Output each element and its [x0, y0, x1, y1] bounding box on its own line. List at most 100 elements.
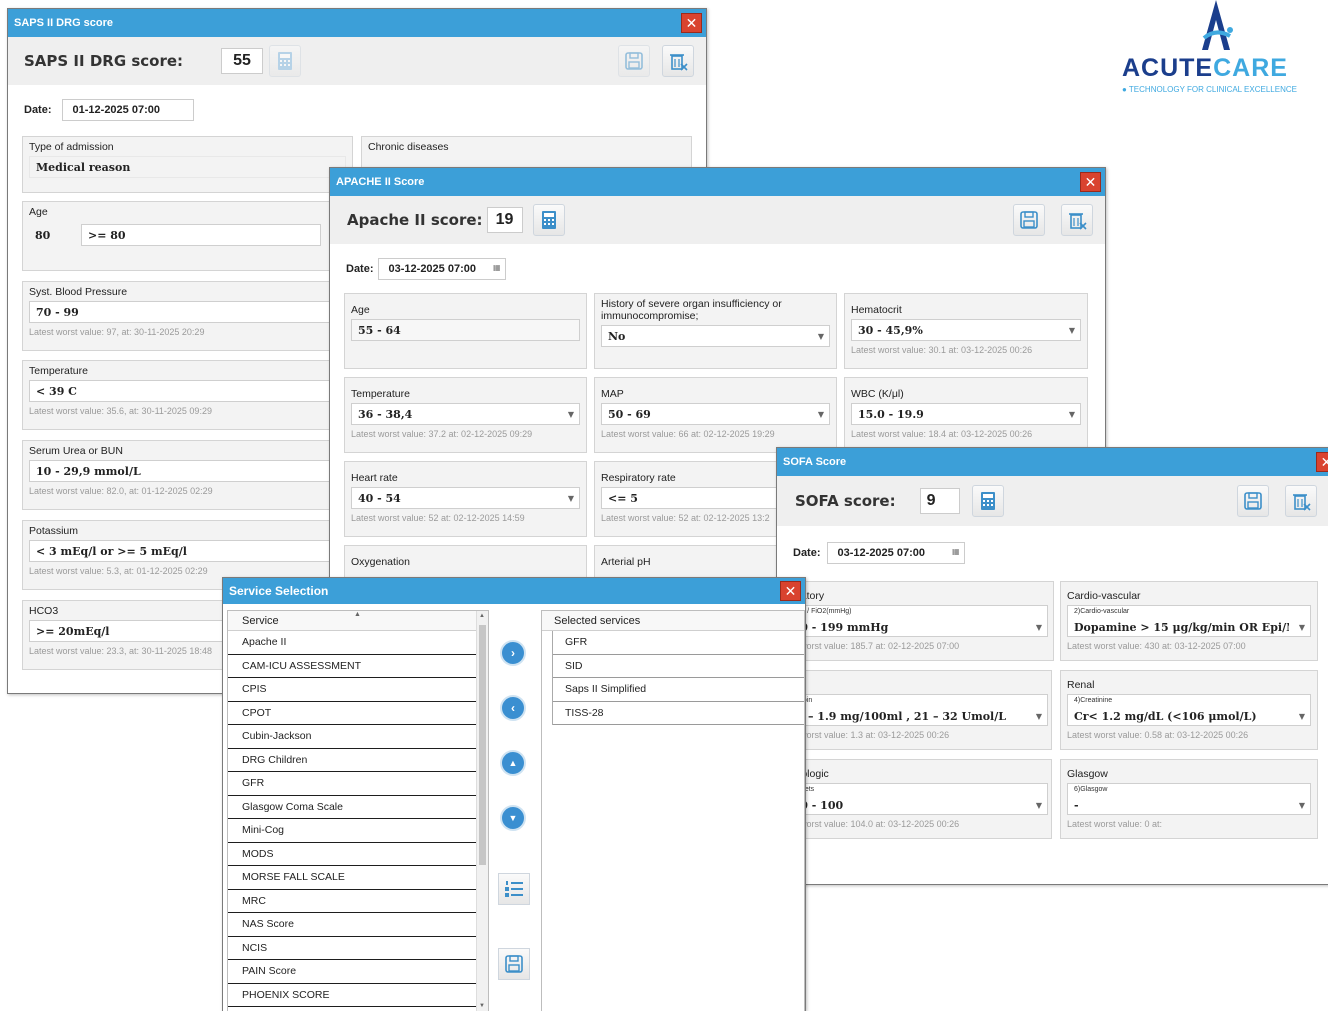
panel-hematologic: ematologic )Platelets150 - 100▼ atest wo… [778, 759, 1052, 839]
apache-score-value: 19 [486, 207, 523, 233]
service-list-item[interactable]: MODS [228, 843, 488, 866]
move-down-button[interactable]: ▼ [500, 805, 526, 831]
admission-type-select[interactable]: Medical reason [29, 156, 346, 178]
saps-score-value: 55 [221, 48, 264, 74]
panel-label: ematologic [778, 768, 1045, 780]
order-list-button[interactable] [498, 873, 530, 905]
hint-text: atest worst value: 1.3 at: 03-12-2025 00… [778, 730, 950, 740]
close-button[interactable]: ✕ [780, 581, 801, 601]
age-field: 55 - 64 [351, 319, 580, 341]
panel-label: Cardio-vascular [1067, 590, 1141, 602]
date-field[interactable]: 01-12-2025 07:00 [61, 99, 194, 121]
service-list-item[interactable]: Mini-Cog [228, 819, 488, 843]
delete-button[interactable] [1061, 204, 1093, 236]
chevron-down-icon: ▼ [817, 409, 824, 419]
calculator-button[interactable] [971, 485, 1004, 517]
hint-text: Latest worst value: 30.1 at: 03-12-2025 … [851, 345, 1033, 355]
temperature-select[interactable]: < 39 C [29, 380, 346, 402]
move-right-button[interactable]: › [500, 640, 526, 666]
trash-icon [670, 54, 688, 71]
panel-urea: Serum Urea or BUN 10 - 29,9 mmol/L Lates… [22, 440, 353, 510]
save-button[interactable] [1237, 485, 1269, 517]
selected-service-item[interactable]: SID [553, 655, 804, 678]
map-select[interactable]: 50 - 69 ▼ [601, 403, 830, 425]
panel-label: Hematocrit [851, 304, 902, 316]
saps-scorebar: SAPS II DRG score: 55 [8, 37, 706, 85]
save-button[interactable] [498, 948, 530, 980]
glasgow-select[interactable]: 6)Glasgow - ▼ [1067, 783, 1311, 815]
panel-temperature: Temperature < 39 C Latest worst value: 3… [22, 360, 353, 430]
panel-label: Temperature [351, 388, 410, 400]
date-value: 03-12-2025 07:00 [837, 547, 925, 559]
service-list-item[interactable]: NCIS [228, 937, 488, 960]
cardiovascular-select[interactable]: 2)Cardio-vascular Dopamine > 15 μg/kg/min… [1067, 605, 1311, 637]
close-button[interactable]: ✕ [681, 13, 702, 33]
service-list-item[interactable]: PHOENIX SCORE [228, 984, 488, 1007]
panel-renal: Renal 4)Creatinine Cr< 1.2 mg/dL (<106 μm… [1060, 670, 1318, 750]
move-up-button[interactable]: ▲ [500, 750, 526, 776]
move-left-button[interactable]: ‹ [500, 695, 526, 721]
saps-title: SAPS II DRG score [14, 17, 114, 29]
selected-service-item[interactable]: Saps II Simplified [553, 678, 804, 702]
date-field[interactable]: 03-12-2025 07:00 ▦ [377, 258, 506, 280]
hint-text: Latest worst value: 0 at: [1067, 819, 1163, 829]
selected-services-list[interactable]: Selected services GFR SID Saps II Simplifi… [541, 610, 805, 1011]
potassium-select[interactable]: < 3 mEq/l or >= 5 mEq/l [29, 540, 346, 562]
service-list-item[interactable]: MRC [228, 890, 488, 913]
sofa-titlebar: SOFA Score ✕ [777, 448, 1328, 476]
chevron-down-icon: ▼ [817, 331, 824, 341]
scroll-thumb[interactable] [479, 625, 486, 865]
service-list-item[interactable]: Apache II [228, 631, 488, 655]
chevron-down-icon: ▼ [567, 409, 574, 419]
hematologic-select[interactable]: )Platelets150 - 100▼ [778, 783, 1048, 815]
service-list-item[interactable]: CAM-ICU ASSESSMENT [228, 655, 488, 678]
panel-heart-rate: Heart rate 40 - 54 ▼ Latest worst value: … [344, 461, 587, 537]
panel-label: Renal [1067, 679, 1095, 691]
service-list-item[interactable]: CPIS [228, 678, 488, 702]
scrollbar[interactable]: ▲ ▼ [476, 611, 488, 1011]
calculator-button[interactable] [269, 45, 302, 77]
service-list-item[interactable]: Glasgow Coma Scale [228, 796, 488, 819]
wbc-select[interactable]: 15.0 - 19.9 ▼ [851, 403, 1081, 425]
service-list-item[interactable]: CPOT [228, 702, 488, 725]
selected-service-item[interactable]: GFR [553, 631, 804, 655]
calendar-icon[interactable]: ▦ [493, 263, 501, 272]
apache-date-row: Date: 03-12-2025 07:00 ▦ [346, 258, 506, 280]
respiratory-select[interactable]: )PaO2 / FiO2(mmHg) 100 - 199 mmHg ▼ [778, 605, 1048, 637]
heart-rate-select[interactable]: 40 - 54 ▼ [351, 487, 580, 509]
date-field[interactable]: 03-12-2025 07:00 ▦ [826, 542, 965, 564]
saps-score-label: SAPS II DRG score: [24, 52, 184, 70]
panel-label: Heart rate [351, 472, 398, 484]
renal-select[interactable]: 4)Creatinine Cr< 1.2 mg/dL (<106 μmol/L) ▼ [1067, 694, 1311, 726]
age-range-field[interactable]: >= 80 [81, 224, 321, 246]
panel-hematocrit: Hematocrit 30 - 45,9% ▼ Latest worst valu… [844, 293, 1088, 369]
history-select[interactable]: No ▼ [601, 325, 830, 347]
service-list-item[interactable]: PAIN Score [228, 960, 488, 984]
delete-button[interactable] [662, 45, 694, 77]
service-title: Service Selection [229, 584, 329, 598]
delete-button[interactable] [1285, 485, 1317, 517]
trash-icon [1069, 213, 1087, 230]
calculator-button[interactable] [532, 204, 565, 236]
available-services-list[interactable]: Service ▲ Apache II CAM-ICU ASSESSMENT CPIS… [227, 610, 489, 1011]
hint-text: Latest worst value: 82.0, at: 01-12-2025… [29, 486, 213, 496]
selected-service-item[interactable]: TISS-28 [553, 702, 804, 725]
bp-select[interactable]: 70 - 99 [29, 301, 346, 323]
save-button[interactable] [1013, 204, 1045, 236]
service-list-item[interactable]: Cubin-Jackson [228, 725, 488, 749]
urea-select[interactable]: 10 - 29,9 mmol/L [29, 460, 346, 482]
hematocrit-select[interactable]: 30 - 45,9% ▼ [851, 319, 1081, 341]
service-list-item[interactable]: GFR [228, 772, 488, 796]
save-button[interactable] [618, 45, 650, 77]
calendar-icon[interactable]: ▦ [952, 547, 960, 556]
close-button[interactable]: ✕ [1316, 452, 1328, 472]
service-list-item[interactable]: NAS Score [228, 913, 488, 937]
service-column-header[interactable]: Service ▲ [228, 611, 488, 631]
brand-name-b: CARE [1213, 54, 1288, 82]
chevron-down-icon: ▼ [1035, 622, 1042, 632]
hepatic-select[interactable]: )Bilirubin1.2 – 1.9 mg/100ml , 21 – 32 U… [778, 694, 1048, 726]
temperature-select[interactable]: 36 - 38,4 ▼ [351, 403, 580, 425]
service-list-item[interactable]: MORSE FALL SCALE [228, 866, 488, 890]
service-list-item[interactable]: DRG Children [228, 749, 488, 772]
close-button[interactable]: ✕ [1080, 172, 1101, 192]
